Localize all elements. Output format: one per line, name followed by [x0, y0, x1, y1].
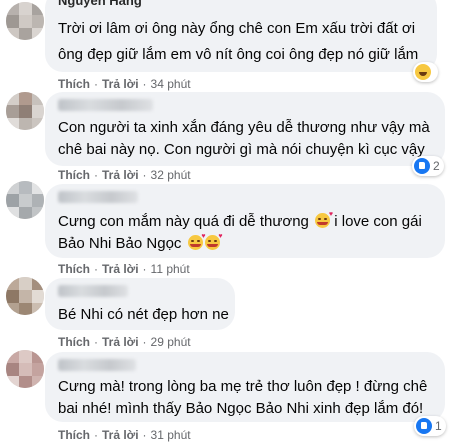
like-icon — [414, 158, 430, 174]
comment-text-line-2: chê bai này nọ. Con người gì mà nói chuy… — [58, 141, 425, 158]
like-link[interactable]: Thích — [58, 168, 90, 182]
comment-actions: Thích · Trả lời · 31 phút — [58, 428, 191, 442]
comment-text-part: Cưng con mắm này quá đi dễ thương — [58, 213, 309, 230]
comment-text-line-1: Bé Nhi có nét đẹp hơn ne — [58, 306, 229, 323]
comment-time[interactable]: 29 phút — [151, 335, 191, 349]
comment-text-line-2: Bảo Nhi Bảo Ngọc ♥ ♥ — [58, 233, 223, 254]
reply-link[interactable]: Trả lời — [102, 428, 139, 442]
commenter-name[interactable] — [58, 99, 153, 111]
commenter-name[interactable]: Nguyễn Hằng — [58, 0, 142, 8]
reply-link[interactable]: Trả lời — [102, 77, 139, 91]
reply-link[interactable]: Trả lời — [102, 335, 139, 349]
avatar[interactable] — [6, 2, 44, 40]
like-icon — [416, 418, 432, 434]
comment-text-line-2: bai nhé! mình thấy Bảo Ngọc Bảo Nhi xinh… — [58, 400, 424, 417]
comment-time[interactable]: 32 phút — [151, 168, 191, 182]
commenter-name[interactable] — [58, 359, 136, 371]
reaction-badge[interactable]: 2 — [412, 156, 444, 176]
comment-actions: Thích · Trả lời · 32 phút — [58, 168, 191, 182]
avatar[interactable] — [6, 92, 44, 130]
comment-actions: Thích · Trả lời · 11 phút — [58, 262, 190, 276]
blush-heart-emoji-icon: ♥ — [315, 211, 333, 228]
reaction-badge[interactable]: 1 — [414, 416, 446, 436]
reaction-count: 1 — [435, 419, 442, 433]
avatar[interactable] — [6, 277, 44, 315]
reaction-count: 2 — [433, 159, 440, 173]
comment-text-line-1: Cưng mà! trong lòng ba mẹ trẻ thơ luôn đ… — [58, 378, 428, 395]
comment-actions: Thích · Trả lời · 29 phút — [58, 335, 191, 349]
commenter-name[interactable] — [58, 285, 128, 297]
comment-text-part: i love con gái — [334, 213, 422, 230]
comment-text-line-2: ông đẹp giữ lắm em vô nít ông coi ông đẹ… — [58, 46, 419, 63]
comment-time[interactable]: 11 phút — [151, 262, 190, 276]
haha-icon — [415, 64, 431, 80]
commenter-name[interactable] — [58, 191, 138, 203]
comment-actions: Thích · Trả lời · 34 phút — [58, 77, 191, 91]
avatar[interactable] — [6, 350, 44, 388]
comment-text-part: Bảo Nhi Bảo Ngọc — [58, 235, 182, 252]
reply-link[interactable]: Trả lời — [102, 262, 139, 276]
like-link[interactable]: Thích — [58, 262, 90, 276]
like-link[interactable]: Thích — [58, 428, 90, 442]
blush-heart-emoji-icon: ♥ — [187, 233, 206, 250]
avatar[interactable] — [6, 181, 44, 219]
comment-text-line-1: Con người ta xinh xắn đáng yêu dễ thương… — [58, 119, 430, 136]
like-link[interactable]: Thích — [58, 335, 90, 349]
comment-time[interactable]: 34 phút — [151, 77, 191, 91]
comment-time[interactable]: 31 phút — [151, 428, 191, 442]
reaction-badge[interactable] — [413, 62, 438, 82]
comment-text-line-1: Cưng con mắm này quá đi dễ thương ♥ i lo… — [58, 211, 422, 232]
reply-link[interactable]: Trả lời — [102, 168, 139, 182]
like-link[interactable]: Thích — [58, 77, 90, 91]
blush-heart-emoji-icon: ♥ — [204, 233, 223, 250]
comment-text-line-1: Trời ơi lâm ơi ông này ổng chê con Em xấ… — [58, 20, 416, 37]
